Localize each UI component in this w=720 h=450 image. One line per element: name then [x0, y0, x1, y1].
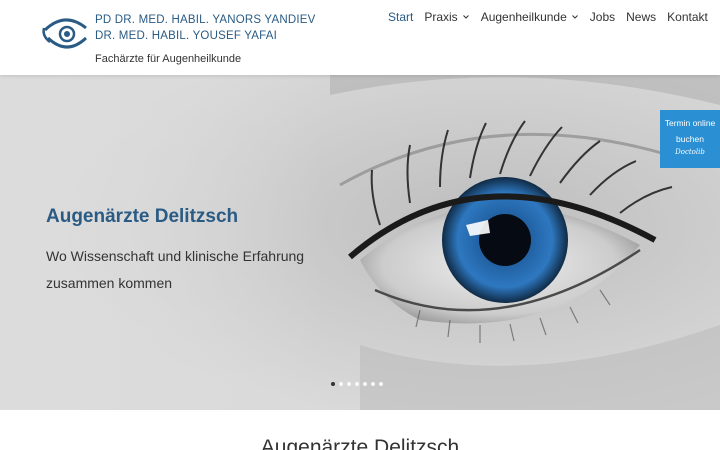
main-nav: Start Praxis Augenheilkunde Jobs News Ko…: [388, 10, 708, 24]
brand-block: PD DR. MED. HABIL. YANORS YANDIEV DR. ME…: [95, 12, 315, 66]
nav-item-praxis[interactable]: Praxis: [424, 10, 469, 24]
hero-title: Augenärzte Delitzsch: [46, 206, 239, 227]
page: PD DR. MED. HABIL. YANORS YANDIEV DR. ME…: [0, 0, 720, 450]
brand-doctor-1[interactable]: PD DR. MED. HABIL. YANORS YANDIEV: [95, 12, 315, 28]
slider-dots: [331, 382, 387, 386]
chevron-down-icon: [462, 15, 469, 19]
hero-slider: Augenärzte Delitzsch Wo Wissenschaft und…: [0, 75, 720, 410]
nav-item-news[interactable]: News: [626, 10, 656, 24]
nav-label: Jobs: [589, 10, 616, 24]
nav-item-jobs[interactable]: Jobs: [590, 10, 615, 24]
booking-label: Termin online buchen: [664, 118, 716, 144]
site-header: PD DR. MED. HABIL. YANORS YANDIEV DR. ME…: [0, 0, 720, 75]
slider-dot[interactable]: [355, 382, 359, 386]
slider-dot[interactable]: [379, 382, 383, 386]
nav-item-augenheilkunde[interactable]: Augenheilkunde: [481, 10, 579, 24]
doctolib-booking-button[interactable]: Termin online buchen Doctolib: [660, 110, 720, 168]
chevron-down-icon: [571, 15, 578, 19]
nav-label: Praxis: [424, 10, 458, 24]
nav-item-start[interactable]: Start: [388, 10, 413, 24]
nav-label: News: [626, 10, 657, 24]
slider-dot[interactable]: [347, 382, 351, 386]
intro-section: Augenärzte Delitzsch: [0, 410, 720, 450]
brand-tagline: Fachärzte für Augenheilkunde: [95, 53, 242, 65]
hero-subtitle: Wo Wissenschaft und klinische Erfahrung …: [46, 248, 305, 291]
eye-logo-icon[interactable]: [40, 8, 96, 58]
nav-label: Augenheilkunde: [480, 10, 567, 24]
slider-dot[interactable]: [339, 382, 343, 386]
nav-label: Kontakt: [667, 10, 708, 24]
nav-item-kontakt[interactable]: Kontakt: [667, 10, 708, 24]
slider-dot[interactable]: [371, 382, 375, 386]
slider-dot[interactable]: [363, 382, 367, 386]
doctolib-logo: Doctolib: [675, 148, 705, 156]
brand-doctor-2[interactable]: DR. MED. HABIL. YOUSEF YAFAI: [95, 28, 315, 44]
slider-dot[interactable]: [331, 382, 335, 386]
nav-label: Start: [388, 10, 414, 24]
section-title: Augenärzte Delitzsch: [260, 436, 460, 450]
